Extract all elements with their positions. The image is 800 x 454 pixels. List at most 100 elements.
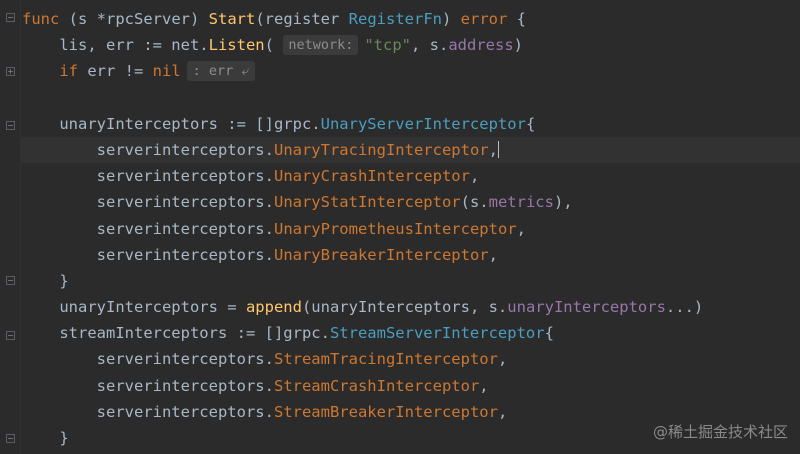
inlay-hint: network:: [283, 35, 359, 56]
code-token: .: [264, 140, 274, 159]
code-token: UnaryStatInterceptor: [273, 193, 461, 212]
code-token: .: [264, 219, 274, 238]
code-token: lis, err := net.: [22, 36, 209, 55]
code-token: Start: [208, 10, 256, 28]
text-caret: [497, 140, 499, 158]
code-token: streamInterceptors := []grpc.: [22, 324, 330, 343]
code-editor[interactable]: func (s *rpcServer) Start(register Regis…: [20, 6, 800, 451]
code-token: .: [264, 350, 274, 369]
code-token: UnaryTracingInterceptor: [273, 140, 489, 159]
code-token: serverinterceptors: [96, 245, 265, 264]
code-token: }: [22, 429, 69, 447]
code-token: append: [245, 298, 302, 317]
code-token: error: [460, 10, 508, 28]
code-token: serverinterceptors: [96, 376, 265, 395]
code-token: Listen: [208, 36, 265, 55]
code-token: serverinterceptors: [96, 193, 265, 212]
code-line[interactable]: serverinterceptors.UnaryBreakerIntercept…: [22, 242, 800, 268]
code-token: ),: [553, 193, 573, 212]
code-token: "tcp": [364, 36, 412, 55]
code-token: rpcServer: [106, 10, 190, 28]
code-token: ,: [497, 402, 508, 421]
fold-collapse-icon[interactable]: −: [6, 121, 15, 130]
fold-collapse-icon[interactable]: −: [6, 331, 15, 340]
code-line[interactable]: serverinterceptors.UnaryStatInterceptor(…: [22, 189, 800, 215]
code-line[interactable]: if err != nil : err ⤶: [22, 58, 800, 84]
code-line[interactable]: serverinterceptors.StreamTracingIntercep…: [22, 346, 800, 372]
code-token: address: [448, 36, 514, 55]
fold-collapse-icon[interactable]: −: [6, 13, 15, 22]
code-line[interactable]: }: [22, 268, 800, 294]
code-token: .: [264, 193, 274, 212]
code-line[interactable]: func (s *rpcServer) Start(register Regis…: [22, 6, 800, 32]
code-token: ,: [488, 140, 498, 159]
code-token: UnaryPrometheusInterceptor: [273, 219, 517, 238]
code-token: ,: [479, 376, 489, 395]
code-token: serverinterceptors: [96, 167, 265, 186]
code-token: if: [59, 62, 88, 81]
code-token: err !=: [87, 62, 153, 81]
watermark: @稀土掘金技术社区: [652, 423, 788, 441]
code-token: .: [264, 402, 274, 421]
code-token: serverinterceptors: [96, 219, 265, 238]
fold-expand-icon[interactable]: +: [6, 67, 15, 76]
code-line[interactable]: unaryInterceptors = append(unaryIntercep…: [22, 294, 800, 320]
code-token: {: [544, 324, 554, 343]
code-token: StreamCrashInterceptor: [273, 376, 480, 395]
code-token: {: [507, 10, 527, 28]
code-token: .: [264, 376, 274, 395]
code-token: (register: [255, 10, 349, 28]
code-token: UnaryServerInterceptor: [320, 114, 526, 133]
code-token: , s.: [411, 36, 449, 55]
code-token: .: [264, 245, 274, 264]
code-token: unaryInterceptors =: [22, 298, 246, 317]
code-line[interactable]: serverinterceptors.UnaryCrashInterceptor…: [22, 163, 800, 189]
code-token: ...): [665, 298, 704, 317]
code-token: ,: [516, 219, 526, 238]
code-token: unaryInterceptors: [507, 298, 666, 317]
code-token: serverinterceptors: [96, 350, 265, 369]
code-token: serverinterceptors: [96, 140, 265, 159]
fold-end-icon[interactable]: −: [6, 434, 15, 443]
code-line[interactable]: serverinterceptors.UnaryTracingIntercept…: [20, 136, 800, 164]
code-token: }: [22, 271, 69, 290]
code-token: metrics: [488, 193, 554, 212]
code-token: (s.: [460, 193, 489, 212]
code-token: StreamTracingInterceptor: [273, 350, 498, 369]
code-token: ): [190, 10, 209, 28]
code-token: ,: [488, 245, 498, 264]
code-token: func: [22, 10, 69, 28]
code-token: StreamServerInterceptor: [329, 324, 545, 343]
code-line[interactable]: lis, err := net.Listen( network: "tcp", s…: [22, 32, 800, 58]
code-token: {: [525, 114, 536, 133]
code-token: RegisterFn: [348, 10, 442, 28]
code-token: serverinterceptors: [96, 402, 265, 421]
code-line[interactable]: serverinterceptors.StreamCrashIntercepto…: [22, 373, 800, 399]
code-token: (: [264, 36, 284, 55]
code-token: UnaryBreakerInterceptor: [273, 245, 489, 264]
code-token: ,: [497, 350, 508, 369]
code-token: StreamBreakerInterceptor: [273, 402, 498, 421]
code-token: (unaryInterceptors, s.: [301, 298, 508, 317]
code-token: ,: [469, 167, 480, 186]
code-token: unaryInterceptors := []grpc.: [22, 114, 321, 133]
editor-gutter: − + − − − −: [0, 0, 21, 454]
code-line[interactable]: unaryInterceptors := []grpc.UnaryServerI…: [22, 111, 800, 137]
code-token: nil: [152, 62, 181, 81]
code-line[interactable]: [22, 85, 800, 111]
code-token: .: [264, 167, 274, 186]
inlay-hint: : err ⤶: [186, 61, 255, 82]
code-token: ): [513, 36, 524, 55]
code-line[interactable]: serverinterceptors.UnaryPrometheusInterc…: [22, 216, 800, 242]
code-line[interactable]: streamInterceptors := []grpc.StreamServe…: [22, 320, 800, 346]
code-token: (s *: [68, 10, 106, 28]
fold-end-icon[interactable]: −: [6, 276, 15, 285]
